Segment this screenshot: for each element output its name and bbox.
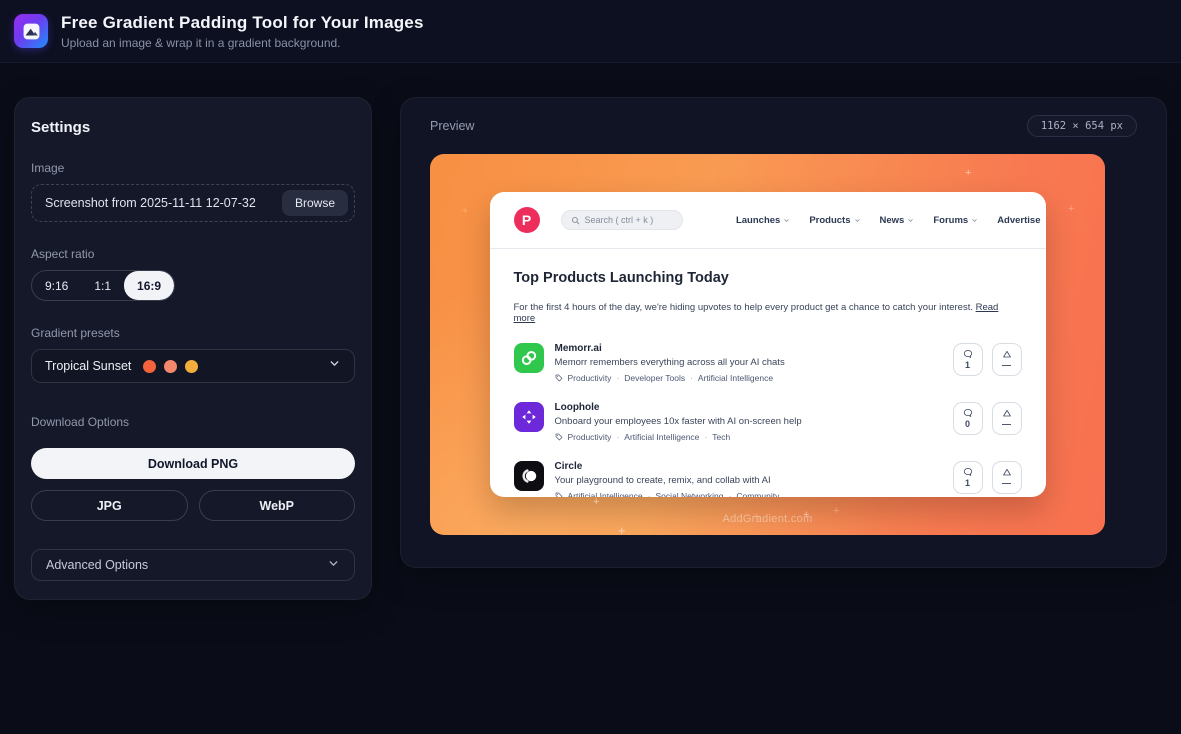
app-header-text: Free Gradient Padding Tool for Your Imag… xyxy=(61,13,424,50)
upvote-triangle-icon xyxy=(1002,409,1012,418)
page-subtitle: Upload an image & wrap it in a gradient … xyxy=(61,36,424,50)
comment-bubble-icon xyxy=(963,349,973,359)
gradient-dot-2 xyxy=(164,360,177,373)
screenshot-search-bar: Search ( ctrl + k ) xyxy=(561,210,683,230)
chevron-down-icon xyxy=(971,217,978,224)
sparkle-icon: + xyxy=(965,168,971,179)
gradient-preset-selected: Tropical Sunset xyxy=(45,359,131,373)
chevron-down-icon xyxy=(328,357,341,375)
nav-launches: Launches xyxy=(736,215,790,226)
aspect-option-9-16[interactable]: 9:16 xyxy=(32,271,81,300)
app-logo-image-icon xyxy=(14,14,48,48)
chevron-down-icon xyxy=(783,217,790,224)
product-actions: 1 — xyxy=(953,461,1022,494)
product-row: Loophole Onboard your employees 10x fast… xyxy=(514,402,1022,442)
uploaded-screenshot-preview: P Search ( ctrl + k ) Launches xyxy=(490,192,1046,497)
image-label: Image xyxy=(31,161,355,175)
aspect-option-16-9[interactable]: 16:9 xyxy=(124,271,174,300)
product-tagline: Onboard your employees 10x faster with A… xyxy=(555,416,802,427)
dimensions-badge: 1162 × 654 px xyxy=(1027,115,1137,137)
sparkle-icon: + xyxy=(1068,204,1074,215)
screenshot-notice: For the first 4 hours of the day, we're … xyxy=(514,302,1022,324)
download-png-button[interactable]: Download PNG xyxy=(31,448,355,479)
nav-advertise: Advertise xyxy=(997,215,1040,226)
main-content: Settings Image Screenshot from 2025-11-1… xyxy=(0,63,1181,600)
download-webp-button[interactable]: WebP xyxy=(199,490,356,521)
product-row: Memorr.ai Memorr remembers everything ac… xyxy=(514,343,1022,383)
upvote-button: — xyxy=(992,402,1022,435)
aspect-ratio-label: Aspect ratio xyxy=(31,247,355,261)
upvote-button: — xyxy=(992,461,1022,494)
file-upload-box[interactable]: Screenshot from 2025-11-11 12-07-32 Brow… xyxy=(31,184,355,222)
nav-news: News xyxy=(880,215,915,226)
app-header: Free Gradient Padding Tool for Your Imag… xyxy=(0,0,1181,63)
screenshot-nav-links: Launches Products News Forums xyxy=(736,215,1044,226)
preview-header: Preview 1162 × 654 px xyxy=(430,115,1137,137)
preview-panel: Preview 1162 × 654 px + + + + + + + + P xyxy=(400,97,1167,568)
tag-icon xyxy=(555,492,563,497)
product-categories: Productivity Developer Tools Artificial … xyxy=(555,373,785,383)
product-categories: Productivity Artificial Intelligence Tec… xyxy=(555,432,802,442)
tag-icon xyxy=(555,374,563,382)
gradient-dot-3 xyxy=(185,360,198,373)
screenshot-heading: Top Products Launching Today xyxy=(514,270,1022,286)
chevron-down-icon xyxy=(854,217,861,224)
chevron-down-icon xyxy=(327,557,340,573)
comment-button: 1 xyxy=(953,461,983,494)
product-row: Circle Your playground to create, remix,… xyxy=(514,461,1022,497)
tag-icon xyxy=(555,433,563,441)
sparkle-icon: + xyxy=(462,206,468,217)
gradient-preset-dropdown[interactable]: Tropical Sunset xyxy=(31,349,355,383)
product-actions: 0 — xyxy=(953,402,1022,435)
browse-button[interactable]: Browse xyxy=(282,190,348,216)
product-info: Circle Your playground to create, remix,… xyxy=(555,461,780,497)
comment-button: 1 xyxy=(953,343,983,376)
product-info: Memorr.ai Memorr remembers everything ac… xyxy=(555,343,785,383)
settings-title: Settings xyxy=(31,119,355,136)
download-jpg-button[interactable]: JPG xyxy=(31,490,188,521)
preview-label: Preview xyxy=(430,119,474,133)
product-tagline: Your playground to create, remix, and co… xyxy=(555,475,780,486)
download-options-label: Download Options xyxy=(31,415,355,429)
search-icon xyxy=(571,216,580,225)
memorr-app-icon xyxy=(514,343,544,373)
chevron-down-icon xyxy=(907,217,914,224)
settings-panel: Settings Image Screenshot from 2025-11-1… xyxy=(14,97,372,600)
product-hunt-logo: P xyxy=(514,207,540,233)
screenshot-navbar: P Search ( ctrl + k ) Launches xyxy=(490,192,1046,249)
upvote-triangle-icon xyxy=(1002,350,1012,359)
file-name: Screenshot from 2025-11-11 12-07-32 xyxy=(45,196,256,210)
gradient-dot-1 xyxy=(143,360,156,373)
watermark: AddGradient.com xyxy=(430,513,1105,525)
circle-app-icon xyxy=(514,461,544,491)
product-name: Memorr.ai xyxy=(555,343,785,354)
sparkle-icon: + xyxy=(593,497,599,508)
advanced-options-toggle[interactable]: Advanced Options xyxy=(31,549,355,581)
sparkle-icon: + xyxy=(618,524,626,535)
nav-products: Products xyxy=(809,215,860,226)
product-tagline: Memorr remembers everything across all y… xyxy=(555,357,785,368)
aspect-option-1-1[interactable]: 1:1 xyxy=(81,271,124,300)
upvote-triangle-icon xyxy=(1002,468,1012,477)
loophole-app-icon xyxy=(514,402,544,432)
product-info: Loophole Onboard your employees 10x fast… xyxy=(555,402,802,442)
screenshot-body: Top Products Launching Today For the fir… xyxy=(490,270,1046,497)
product-name: Loophole xyxy=(555,402,802,413)
format-buttons-row: JPG WebP xyxy=(31,490,355,521)
gradient-preview-canvas: + + + + + + + + P Search ( ctrl + k ) xyxy=(430,154,1105,535)
gradient-presets-label: Gradient presets xyxy=(31,326,355,340)
page-title: Free Gradient Padding Tool for Your Imag… xyxy=(61,13,424,33)
product-list: Memorr.ai Memorr remembers everything ac… xyxy=(514,343,1022,497)
upvote-button: — xyxy=(992,343,1022,376)
nav-forums: Forums xyxy=(933,215,978,226)
comment-button: 0 xyxy=(953,402,983,435)
comment-bubble-icon xyxy=(963,408,973,418)
product-actions: 1 — xyxy=(953,343,1022,376)
advanced-options-label: Advanced Options xyxy=(46,558,148,572)
product-name: Circle xyxy=(555,461,780,472)
product-categories: Artificial Intelligence Social Networkin… xyxy=(555,491,780,497)
comment-bubble-icon xyxy=(963,467,973,477)
aspect-ratio-segmented-control: 9:16 1:1 16:9 xyxy=(31,270,175,301)
search-placeholder: Search ( ctrl + k ) xyxy=(585,215,654,225)
